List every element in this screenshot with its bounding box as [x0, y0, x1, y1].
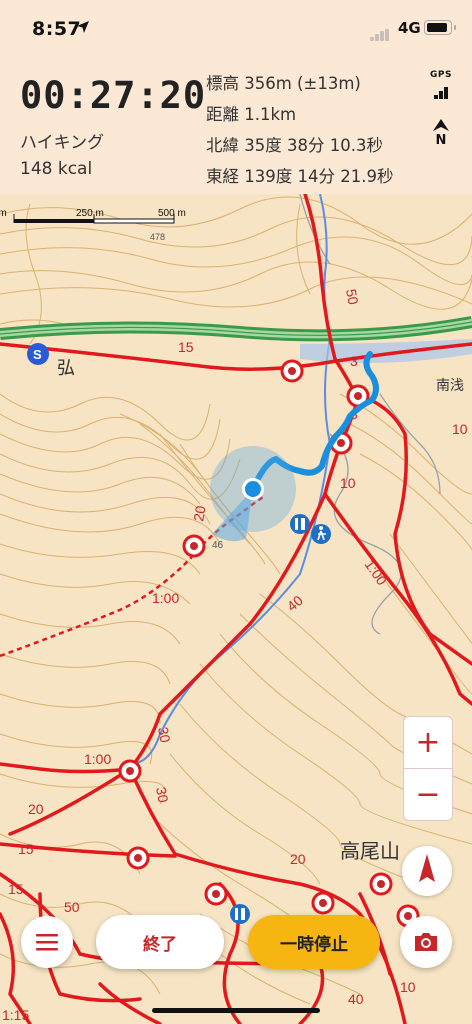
- end-button[interactable]: 終了: [96, 915, 224, 969]
- route-time: 1:00: [84, 751, 111, 767]
- elapsed-time: 00:27:20: [20, 74, 207, 117]
- route-time: 10: [452, 421, 468, 437]
- place-label: 南浅: [436, 378, 464, 394]
- north-label: N: [435, 133, 447, 148]
- topographic-map[interactable]: 0 m 250 m 500 m 478 50 15 3 3 10 20 1:00…: [0, 194, 472, 1024]
- home-indicator: [152, 1008, 320, 1013]
- route-time: 20: [290, 851, 306, 867]
- spot-height: 478: [150, 232, 165, 242]
- camera-button[interactable]: [400, 916, 452, 968]
- camera-icon: [415, 933, 437, 951]
- route-time: 15: [8, 881, 24, 897]
- toilet-icon: [290, 514, 310, 534]
- start-marker: S: [27, 343, 49, 365]
- distance: 距離 1.1km: [206, 105, 297, 124]
- scale-label: 500 m: [158, 208, 186, 219]
- contour-label: 46: [212, 540, 224, 551]
- zoom-in-button[interactable]: +: [404, 717, 452, 768]
- network-type: 4G: [398, 19, 421, 37]
- compass-icon: [419, 854, 435, 882]
- route-time: 30: [153, 786, 171, 804]
- activity-stats-panel: 00:27:20 ハイキング 148 kcal 標高 356m (±13m) 距…: [0, 56, 472, 194]
- route-time: 15: [178, 339, 194, 355]
- clock: 8:57: [32, 18, 82, 40]
- route-time: 50: [64, 899, 80, 915]
- scale-label: 250 m: [76, 208, 104, 219]
- route-time: 10: [400, 979, 416, 995]
- north-arrow-icon: [433, 119, 449, 131]
- route-time: 20: [190, 504, 208, 522]
- elevation: 標高 356m (±13m): [206, 74, 361, 93]
- menu-icon: [36, 934, 58, 951]
- route-time: 1:00: [152, 590, 179, 606]
- route-time: 20: [28, 801, 44, 817]
- compass-button[interactable]: [402, 846, 452, 896]
- place-label: 弘: [57, 358, 75, 379]
- route-time: 3: [350, 353, 358, 369]
- route-time: 40: [348, 991, 364, 1007]
- longitude: 東経 139度 14分 21.9秒: [206, 167, 394, 186]
- place-label: 高尾山: [340, 839, 400, 863]
- route-time: 15: [18, 841, 34, 857]
- zoom-control: + −: [403, 716, 453, 821]
- route-time: 10: [340, 475, 356, 491]
- status-bar: 8:57 4G: [0, 0, 472, 56]
- route-time: 50: [343, 288, 361, 306]
- north-indicator-icon[interactable]: N: [430, 116, 452, 148]
- battery-icon: [424, 20, 456, 35]
- route-time: 1:15: [2, 1007, 29, 1023]
- pause-button[interactable]: 一時停止: [248, 915, 380, 969]
- toilet-icon: [230, 904, 250, 924]
- gps-label: GPS: [430, 70, 452, 80]
- cellular-signal-icon: [370, 22, 390, 41]
- scale-label: 0 m: [0, 208, 7, 219]
- location-arrow-icon: [77, 21, 89, 33]
- gps-signal-icon: GPS: [428, 70, 454, 99]
- position-info: 標高 356m (±13m) 距離 1.1km 北緯 35度 38分 10.3秒…: [206, 68, 393, 192]
- calories: 148 kcal: [20, 159, 93, 179]
- zoom-out-button[interactable]: −: [404, 769, 452, 820]
- hiker-icon: [311, 524, 331, 544]
- start-badge-label: S: [33, 347, 42, 362]
- route-time: 30: [155, 726, 173, 744]
- activity-type: ハイキング: [20, 133, 105, 153]
- latitude: 北緯 35度 38分 10.3秒: [206, 136, 383, 155]
- menu-button[interactable]: [21, 916, 73, 968]
